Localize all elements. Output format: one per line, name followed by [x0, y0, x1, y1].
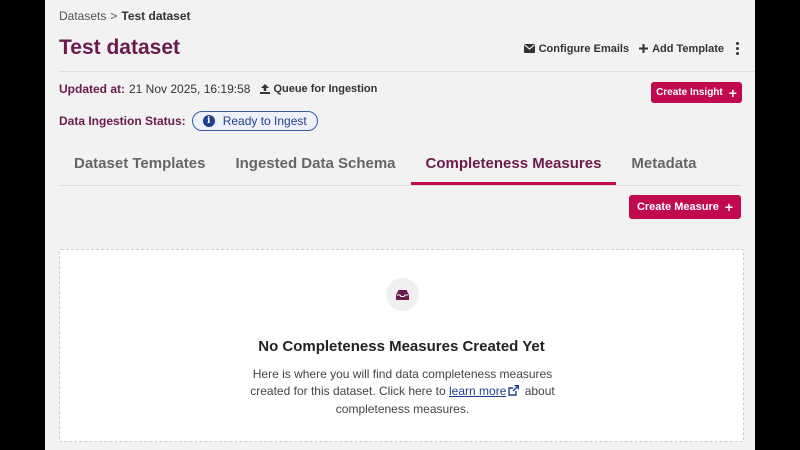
create-measure-button[interactable]: Create Measure +	[629, 195, 741, 219]
kebab-icon[interactable]	[734, 42, 741, 55]
page: Datasets > Test dataset Test dataset Confi…	[45, 0, 755, 450]
plus-icon: +	[728, 84, 737, 101]
external-link-icon[interactable]	[508, 385, 520, 397]
queue-for-ingestion-label: Queue for Ingestion	[273, 83, 378, 95]
add-template-button[interactable]: Add Template	[639, 43, 724, 55]
updated-value: 21 Nov 2025, 16:19:58	[129, 82, 251, 96]
page-title: Test dataset	[59, 36, 180, 59]
tab-completeness-measures[interactable]: Completeness Measures	[410, 145, 617, 185]
empty-state-text-before: Here is where you will find data complet…	[250, 367, 553, 399]
ingestion-status-label: Data Ingestion Status:	[59, 114, 186, 128]
updated-row: Updated at: 21 Nov 2025, 16:19:58 Queue …	[59, 82, 377, 96]
inbox-icon	[396, 289, 409, 300]
plus-icon	[639, 44, 649, 53]
tab-metadata[interactable]: Metadata	[616, 145, 711, 185]
upload-icon	[260, 84, 271, 94]
breadcrumb-current: Test dataset	[121, 9, 191, 23]
updated-label: Updated at:	[59, 82, 125, 96]
breadcrumb: Datasets > Test dataset	[59, 9, 191, 23]
status-badge: i Ready to Ingest	[191, 111, 318, 131]
empty-state-panel: No Completeness Measures Created Yet Her…	[59, 249, 744, 442]
envelope-icon	[523, 44, 535, 53]
tab-bar: Dataset Templates Ingested Data Schema C…	[59, 145, 741, 186]
tab-dataset-templates[interactable]: Dataset Templates	[59, 145, 220, 185]
empty-state-body: Here is where you will find data complet…	[250, 366, 555, 418]
empty-state-title: No Completeness Measures Created Yet	[258, 338, 545, 355]
create-measure-label: Create Measure	[636, 201, 719, 213]
configure-emails-button[interactable]: Configure Emails	[523, 42, 630, 55]
status-badge-text: Ready to Ingest	[222, 114, 307, 128]
header-actions: Configure Emails Add Template	[523, 42, 741, 55]
breadcrumb-datasets-link[interactable]: Datasets	[59, 9, 106, 23]
breadcrumb-separator: >	[110, 9, 118, 23]
learn-more-link[interactable]: learn more	[449, 384, 506, 398]
create-insight-button[interactable]: Create Insight +	[651, 82, 742, 103]
plus-icon: +	[724, 199, 734, 215]
queue-for-ingestion-button[interactable]: Queue for Ingestion	[260, 83, 377, 95]
create-insight-label: Create Insight	[656, 87, 723, 98]
tab-ingested-data-schema[interactable]: Ingested Data Schema	[220, 145, 410, 185]
ingestion-status-row: Data Ingestion Status: i Ready to Ingest	[59, 111, 318, 131]
configure-emails-label: Configure Emails	[538, 42, 630, 55]
header-divider	[59, 71, 755, 72]
info-icon: i	[202, 115, 215, 127]
add-template-label: Add Template	[652, 42, 724, 55]
empty-state-icon-circle	[386, 278, 419, 311]
